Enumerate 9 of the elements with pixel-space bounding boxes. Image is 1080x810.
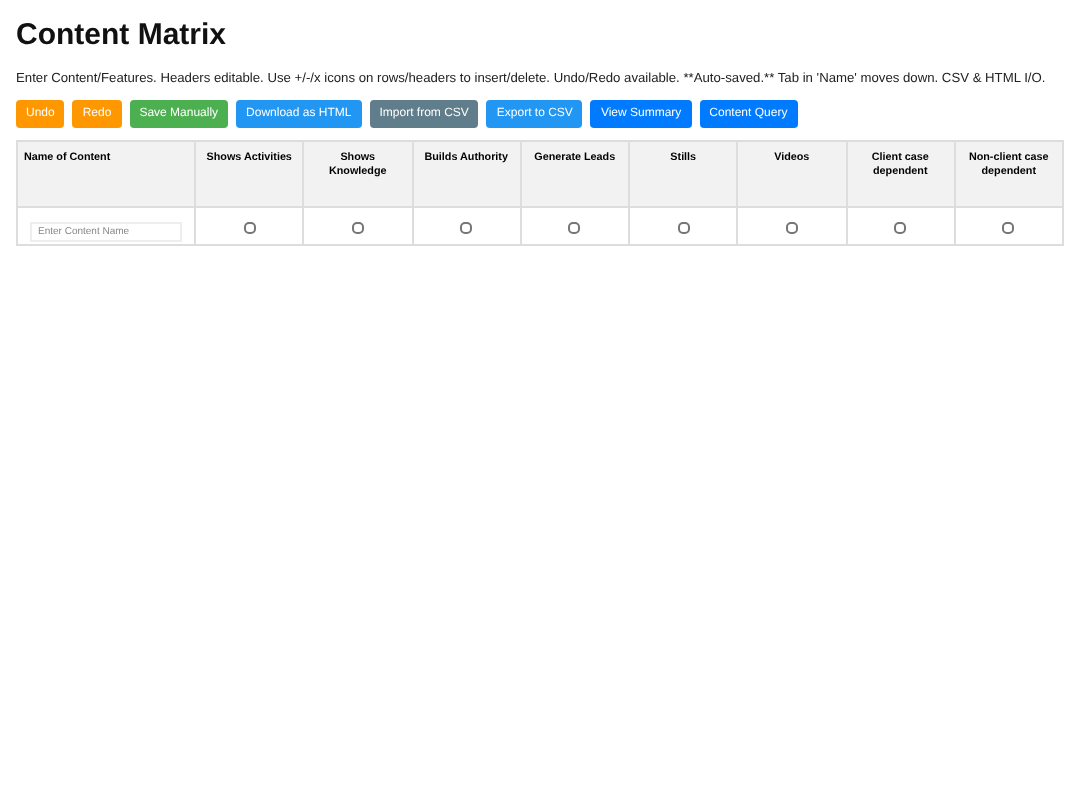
checkbox[interactable] xyxy=(243,221,256,234)
checkbox[interactable] xyxy=(351,221,364,234)
checkbox[interactable] xyxy=(460,221,473,234)
checkbox[interactable] xyxy=(1002,221,1015,234)
checkbox[interactable] xyxy=(894,221,907,234)
checkbox[interactable] xyxy=(785,221,798,234)
page-title: Content Matrix xyxy=(16,18,228,52)
checkbox[interactable] xyxy=(677,221,690,234)
checkbox[interactable] xyxy=(568,221,581,234)
